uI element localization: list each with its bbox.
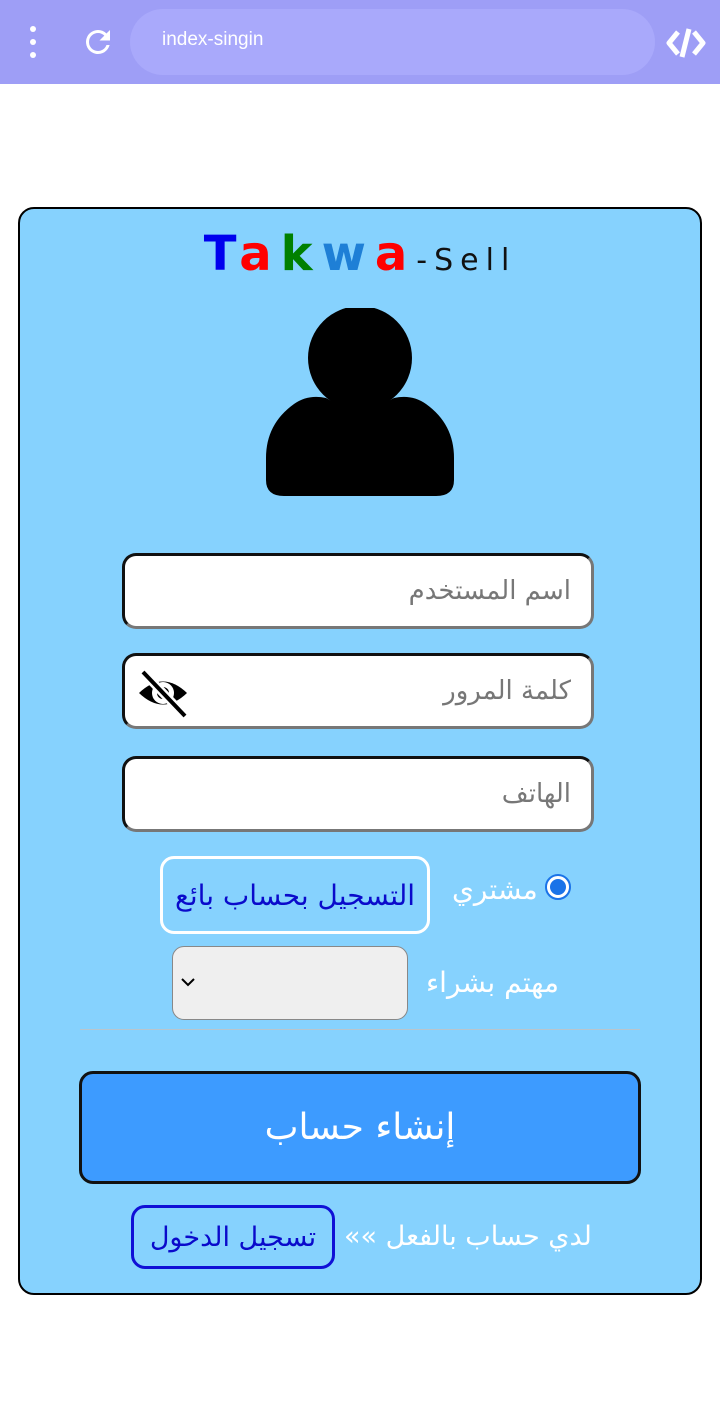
chevron-down-icon [181,978,195,987]
code-icon[interactable] [666,26,706,60]
more-vert-icon[interactable] [24,26,42,58]
reload-icon[interactable] [80,24,116,60]
password-field[interactable] [122,653,594,729]
seller-signup-button[interactable]: التسجيل بحساب بائع [160,856,430,934]
password-input[interactable] [195,656,573,726]
interest-label: مهتم بشراء [426,966,560,999]
have-account-text: لدي حساب بالفعل »» [344,1221,592,1252]
interest-select[interactable] [172,946,408,1020]
brand-letter: T [203,226,240,282]
brand-logo: Takwa-Sell [0,226,720,282]
brand-suffix: -Sell [416,243,517,278]
phone-field[interactable] [122,756,594,832]
brand-letter: w [321,226,375,282]
user-avatar-icon [266,308,454,496]
username-field[interactable] [122,553,594,629]
phone-input[interactable] [195,759,573,829]
login-button[interactable]: تسجيل الدخول [131,1205,335,1269]
buyer-label: مشتري [452,873,538,906]
create-account-button[interactable]: إنشاء حساب [79,1071,641,1184]
eye-off-icon[interactable] [135,668,191,718]
divider [80,1029,640,1030]
username-input[interactable] [195,556,573,626]
url-text: index-singin [162,29,264,50]
brand-letter: k [280,226,322,282]
buyer-radio[interactable] [545,874,571,900]
brand-letter: a [374,226,417,282]
brand-letter: a [239,226,281,282]
browser-toolbar: index-singin [0,0,720,84]
